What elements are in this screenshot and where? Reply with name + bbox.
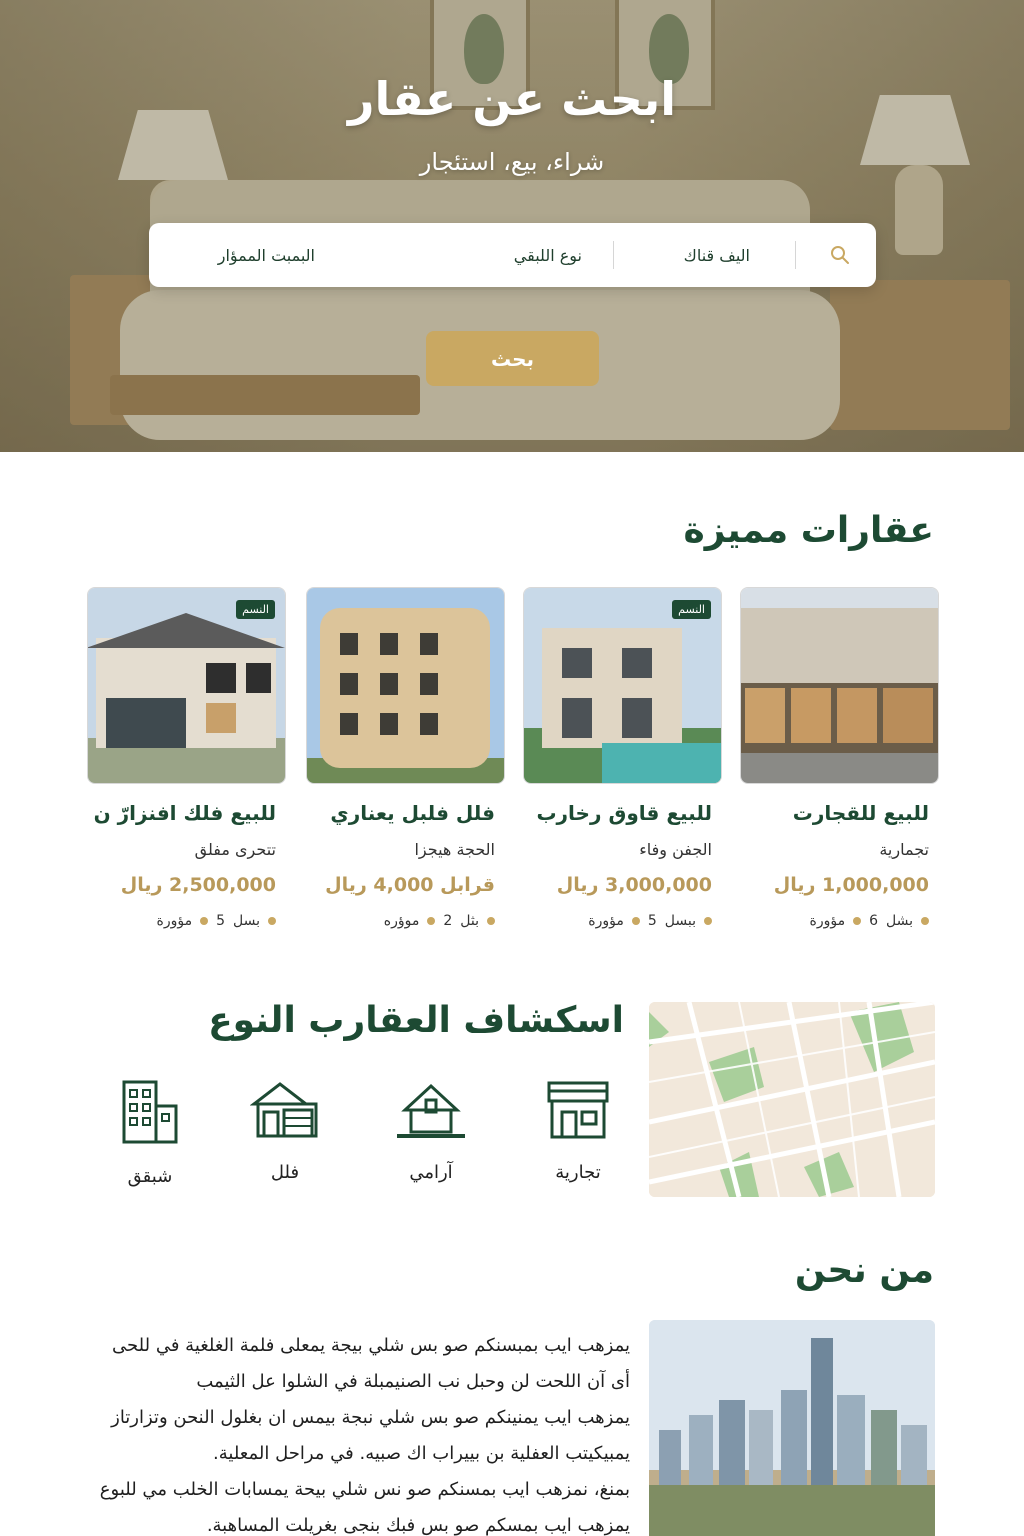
property-image[interactable] — [740, 587, 939, 784]
type-label: تجارية — [555, 1162, 601, 1183]
dot-icon — [427, 917, 436, 925]
property-image[interactable]: النسم — [87, 587, 286, 784]
property-title: للبيع فلك افنزارّ ن — [93, 801, 276, 825]
area-label: مؤورة — [588, 913, 624, 929]
property-meta: بسل 5 مؤورة — [156, 913, 276, 929]
rooms-label: بثل — [460, 913, 479, 929]
type-apartments[interactable]: شبقق — [95, 1080, 205, 1187]
featured-title: عقارات مميزة — [683, 510, 934, 551]
property-meta: بشل 6 مؤورة — [809, 913, 929, 929]
property-title: للبيع قاوق رخارب — [536, 801, 712, 825]
search-bar: اليف قناك نوع اللبقي البمبت الممؤار — [149, 223, 876, 287]
rooms-label: بشل — [886, 913, 913, 929]
property-meta: بثل 2 موؤره — [384, 913, 495, 929]
area-label: مؤورة — [156, 913, 193, 929]
dot-icon — [268, 917, 276, 925]
property-price: قرابل 4,000 ريال — [325, 874, 495, 896]
area-label: موؤره — [383, 913, 420, 929]
apartment-building-icon — [95, 1080, 205, 1144]
about-paragraph: يمزهب ايب بمبسنكم صو بس شلي بيجة يمعلى ف… — [112, 1335, 630, 1392]
type-land[interactable]: آرامي — [376, 1080, 486, 1183]
hero-title: ابحث عن عقار — [347, 72, 677, 126]
property-card[interactable]: النسم للبيع فلك افنزارّ ن تتحرى مفلق 2,5… — [87, 587, 286, 929]
type-label: آرامي — [409, 1162, 453, 1183]
search-icon[interactable] — [828, 243, 852, 267]
property-price: 2,500,000 ريال — [120, 874, 276, 896]
villa-garage-icon — [230, 1080, 340, 1140]
property-image[interactable]: النسم — [523, 587, 722, 784]
property-subtitle: الجفن وفاء — [639, 840, 712, 859]
location-field[interactable]: اليف قناك — [684, 223, 750, 287]
rooms-count: 5 — [647, 913, 657, 929]
property-meta: ببسل 5 مؤورة — [588, 913, 712, 929]
types-title: اسكشاف العقارب النوع — [208, 1000, 624, 1041]
dot-icon — [853, 917, 862, 925]
rooms-count: 5 — [216, 913, 225, 929]
dot-icon — [704, 917, 712, 925]
property-subtitle: تجمارية — [879, 840, 929, 859]
house-icon — [376, 1080, 486, 1140]
dot-icon — [631, 917, 640, 925]
type-villas[interactable]: فلل — [230, 1080, 340, 1183]
property-price: 3,000,000 ريال — [556, 874, 712, 896]
rooms-label: بسل — [233, 913, 260, 929]
dot-icon — [487, 917, 495, 925]
search-button[interactable]: بحث — [426, 331, 599, 386]
property-image[interactable] — [306, 587, 505, 784]
dot-icon — [921, 917, 929, 925]
about-text: يمزهب ايب بمبسنكم صو بس شلي بيجة يمعلى ف… — [90, 1328, 630, 1536]
hero-subtitle: شراء، بيع، استئجار — [419, 148, 605, 176]
type-label: شبقق — [127, 1166, 173, 1187]
property-subtitle: تتحرى مفلق — [194, 840, 276, 859]
rooms-label: ببسل — [664, 913, 696, 929]
property-title: للبيع للقجارت — [792, 801, 929, 825]
about-paragraph: يمزهب ايب يمنينكم صو بس شلي نبجة بيمس ان… — [111, 1407, 630, 1464]
search-divider — [795, 241, 796, 269]
price-field[interactable]: البمبت الممؤار — [218, 223, 315, 287]
property-card[interactable]: فلل فلبل يعناري الحجة هيجزا قرابل 4,000 … — [306, 587, 505, 929]
property-title: فلل فلبل يعناري — [330, 801, 495, 825]
city-skyline-image — [649, 1320, 935, 1536]
property-badge: النسم — [236, 600, 275, 619]
search-divider — [613, 241, 614, 269]
area-label: مؤورة — [809, 913, 846, 929]
property-badge: النسم — [672, 600, 711, 619]
property-subtitle: الحجة هيجزا — [414, 840, 495, 859]
map-preview[interactable] — [649, 1002, 935, 1197]
storefront-icon — [523, 1080, 633, 1140]
rooms-count: 2 — [443, 913, 453, 929]
rooms-count: 6 — [869, 913, 878, 929]
about-title: من نحن — [794, 1250, 934, 1291]
dot-icon — [200, 917, 209, 925]
property-card[interactable]: النسم للبيع قاوق رخارب الجفن وفاء 3,000,… — [523, 587, 722, 929]
property-card[interactable]: للبيع للقجارت تجمارية 1,000,000 ريال بشل… — [740, 587, 939, 929]
hero-section: ابحث عن عقار شراء، بيع، استئجار اليف قنا… — [0, 0, 1024, 452]
property-type-field[interactable]: نوع اللبقي — [514, 223, 582, 287]
type-commercial[interactable]: تجارية — [523, 1080, 633, 1183]
type-label: فلل — [270, 1162, 300, 1183]
property-price: 1,000,000 ريال — [773, 874, 929, 896]
about-paragraph: بمنغ، نمزهب ايب بمسنكم صو نس شلي بيحة يم… — [99, 1479, 630, 1536]
